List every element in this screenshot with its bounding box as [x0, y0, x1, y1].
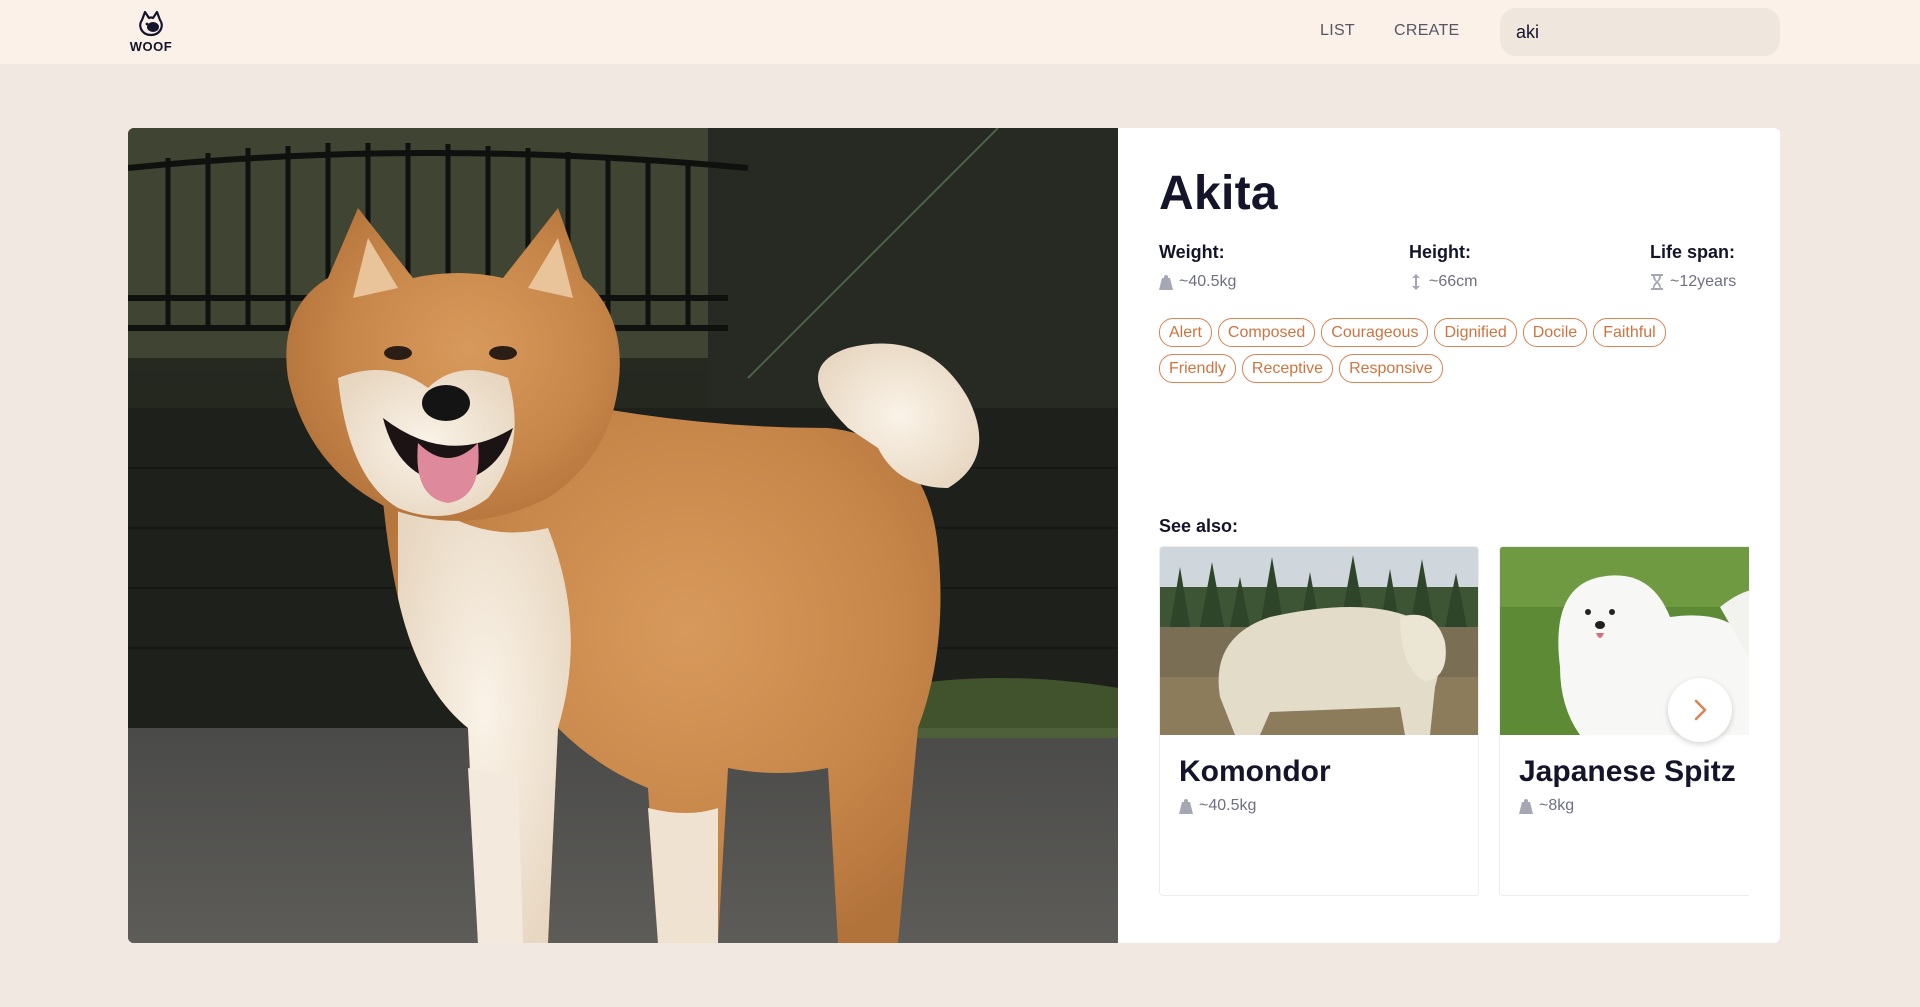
temperament-tags: Alert Composed Courageous Dignified Doci…: [1159, 318, 1719, 383]
life-span-value: ~12years: [1670, 273, 1737, 290]
weight-icon: [1179, 799, 1193, 814]
related-breed-card-komondor[interactable]: Komondor ~40.5kg: [1159, 546, 1479, 896]
temperament-tag: Docile: [1522, 318, 1588, 347]
search-input[interactable]: [1500, 8, 1780, 56]
temperament-tag: Friendly: [1159, 354, 1236, 383]
height-stat: Height: ~66cm: [1409, 242, 1477, 291]
weight-label: Weight:: [1159, 242, 1225, 262]
nav-list-link[interactable]: LIST: [1320, 22, 1355, 40]
weight-stat: Weight: ~40.5kg: [1159, 242, 1236, 291]
see-also-heading: See also:: [1159, 516, 1239, 536]
see-also-carousel: Komondor ~40.5kg Japanese Spitz ~8kg: [1159, 546, 1749, 896]
weight-icon: [1519, 799, 1533, 814]
weight-value: ~40.5kg: [1179, 273, 1237, 290]
weight-icon: [1159, 275, 1173, 290]
life-span-label: Life span:: [1650, 242, 1736, 262]
temperament-tag: Alert: [1159, 318, 1212, 347]
related-breed-name: Japanese Spitz: [1519, 755, 1736, 788]
temperament-tag: Receptive: [1241, 354, 1334, 383]
related-breed-weight: ~8kg: [1539, 797, 1575, 814]
height-value: ~66cm: [1429, 273, 1478, 290]
breed-info-panel: Akita Weight: ~40.5kg Height: ~66cm Life…: [1159, 128, 1749, 943]
life-span-stat: Life span: ~12years: [1650, 242, 1736, 291]
breed-hero-image: [128, 128, 1118, 943]
related-breed-name: Komondor: [1179, 755, 1331, 788]
dog-face-logo-icon: [139, 10, 163, 37]
chevron-right-icon: [1694, 699, 1707, 721]
temperament-tag: Courageous: [1321, 318, 1429, 347]
temperament-tag: Composed: [1217, 318, 1316, 347]
hourglass-icon: [1651, 274, 1663, 290]
logo-home-link[interactable]: WOOF: [128, 8, 174, 56]
height-arrow-icon: [1412, 274, 1420, 290]
carousel-next-button[interactable]: [1668, 678, 1732, 742]
top-navigation-bar: WOOF LIST CREATE: [0, 0, 1920, 64]
height-label: Height:: [1409, 242, 1471, 262]
nav-create-link[interactable]: CREATE: [1394, 22, 1460, 40]
breed-name-title: Akita: [1159, 167, 1278, 220]
komondor-image: [1160, 547, 1478, 735]
temperament-tag: Responsive: [1339, 354, 1443, 383]
temperament-tag: Dignified: [1434, 318, 1517, 347]
related-breed-weight: ~40.5kg: [1199, 797, 1257, 814]
logo-text: WOOF: [129, 39, 173, 54]
breed-detail-card: Akita Weight: ~40.5kg Height: ~66cm Life…: [128, 128, 1780, 943]
temperament-tag: Faithful: [1593, 318, 1666, 347]
